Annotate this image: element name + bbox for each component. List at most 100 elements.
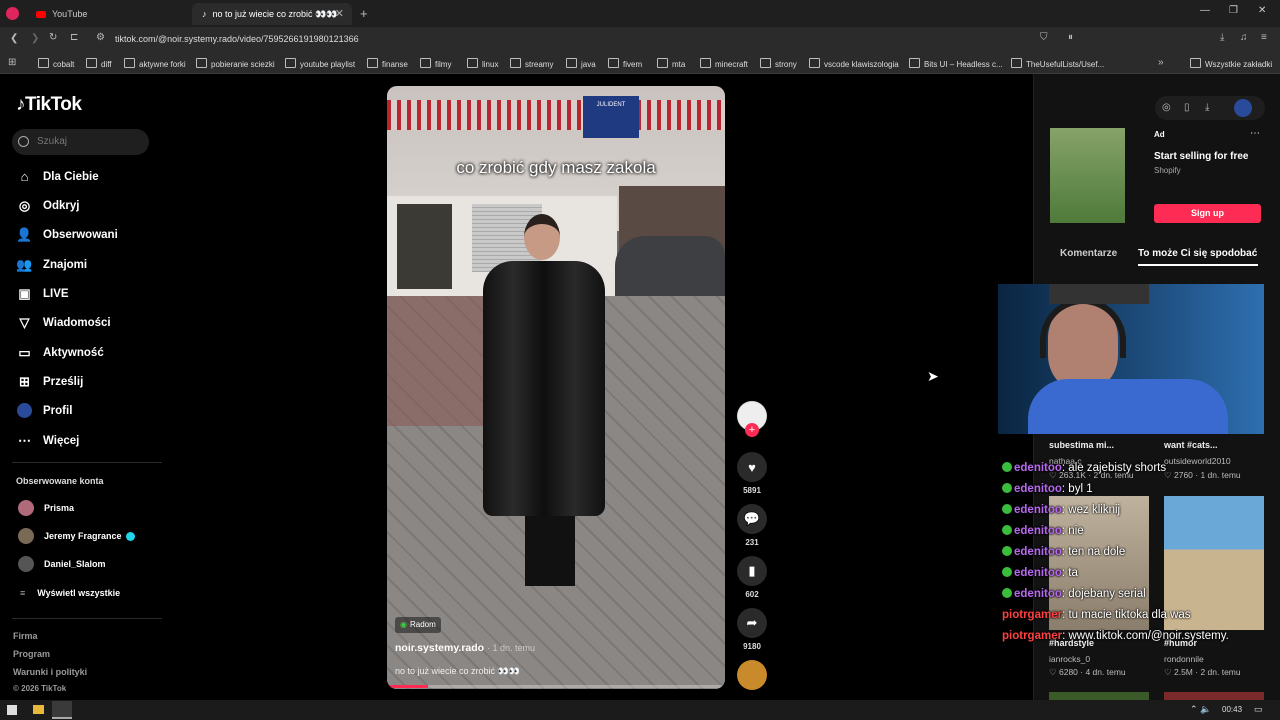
bookmark-item[interactable]: aktywne forki — [124, 58, 186, 69]
apps-icon[interactable]: ⊞ — [8, 57, 16, 68]
signup-button[interactable]: Sign up — [1154, 204, 1261, 223]
tray-icons[interactable]: ⌃ 🔈 — [1190, 704, 1211, 715]
balcony — [387, 100, 725, 130]
bookmark-item[interactable]: java — [566, 58, 596, 69]
start-icon[interactable] — [7, 705, 17, 715]
share-icon: ➦ — [737, 608, 767, 638]
sound-disc[interactable] — [736, 660, 768, 690]
phone-icon[interactable]: ▯ — [1184, 102, 1190, 113]
like-button[interactable]: ♥ 5891 — [736, 452, 768, 495]
footer-link[interactable]: Warunki i polityki — [13, 667, 87, 677]
bookmark-item[interactable]: Bits UI – Headless c... — [909, 58, 1003, 69]
nav-live[interactable]: ▣ LIVE — [16, 285, 68, 302]
footer-link[interactable]: Program — [13, 649, 50, 659]
tab-you-may-like[interactable]: To może Ci się spodobać — [1138, 248, 1257, 259]
close-tab-icon[interactable]: ✕ — [335, 7, 344, 20]
download-icon[interactable]: ⤓ — [1205, 102, 1209, 113]
tab-comments[interactable]: Komentarze — [1060, 248, 1117, 259]
account-name: Prisma — [44, 503, 75, 513]
nav-following[interactable]: 👤 Obserwowani — [16, 226, 117, 243]
extensions-icon[interactable]: ⏸ — [1068, 32, 1073, 43]
all-bookmarks[interactable]: Wszystkie zakładki — [1190, 58, 1272, 69]
avatar — [18, 500, 34, 516]
mod-badge-icon — [1002, 546, 1012, 556]
footer-link[interactable]: Firma — [13, 631, 38, 641]
nav-profile[interactable]: Profil — [16, 402, 72, 419]
shield-icon[interactable]: ⛉ — [1040, 32, 1048, 43]
bookmark-item[interactable]: streamy — [510, 58, 553, 69]
nav-upload[interactable]: ⊞ Prześlij — [16, 373, 83, 390]
forward-icon[interactable]: ❯ — [31, 33, 39, 44]
bookmark-item[interactable]: linux — [467, 58, 498, 69]
bookmark-item[interactable]: finanse — [367, 58, 408, 69]
save-button[interactable]: ▮ 602 — [736, 556, 768, 599]
profile-icon — [16, 402, 33, 419]
bookmark-icon[interactable]: ⊏ — [70, 32, 78, 43]
nav-activity[interactable]: ▭ Aktywność — [16, 344, 104, 361]
followed-account[interactable]: Prisma — [18, 500, 74, 516]
share-button[interactable]: ➦ 9180 — [736, 608, 768, 651]
nav-explore[interactable]: ◎ Odkryj — [16, 197, 80, 214]
bookmark-item[interactable]: minecraft — [700, 58, 748, 69]
more-bookmarks-icon[interactable]: » — [1158, 57, 1164, 68]
nav-for-you[interactable]: ⌂ Dla Ciebie — [16, 168, 99, 185]
bookmark-item[interactable]: filmy — [420, 58, 451, 69]
video-meta: noir.systemy.rado · 1 dn. temu — [395, 642, 535, 654]
author-name[interactable]: noir.systemy.rado — [395, 642, 484, 654]
download-icon[interactable]: ⤓ — [1220, 32, 1224, 43]
home-icon: ⌂ — [20, 169, 29, 184]
close-window-button[interactable]: ✕ — [1258, 5, 1266, 16]
browser-menu-icon[interactable] — [6, 7, 19, 20]
compass-icon[interactable]: ◎ — [1162, 102, 1171, 113]
author-avatar-button[interactable]: + — [736, 401, 768, 437]
tab-tiktok[interactable]: ♪ no to już wiecie co zrobić 👀👀 ✕ — [192, 3, 352, 25]
nav-more[interactable]: ⋯ Więcej — [16, 432, 79, 449]
bookmark-item[interactable]: mta — [657, 58, 685, 69]
nav-label: Aktywność — [43, 346, 104, 359]
bookmark-item[interactable]: strony — [760, 58, 797, 69]
tiktok-logo[interactable]: ♪TikTok — [16, 94, 82, 116]
bookmark-item[interactable]: pobieranie sciezki — [196, 58, 275, 69]
nav-label: Znajomi — [43, 258, 88, 271]
avatar[interactable] — [1234, 99, 1252, 117]
more-options-icon[interactable]: ⋯ — [1250, 128, 1260, 139]
back-icon[interactable]: ❮ — [10, 33, 18, 44]
friends-icon: 👥 — [16, 256, 33, 272]
restore-button[interactable]: ❐ — [1229, 5, 1238, 16]
follow-plus-icon[interactable]: + — [745, 423, 759, 437]
see-all-link[interactable]: ≡ Wyświetl wszystkie — [20, 588, 120, 598]
sidebar-divider — [12, 462, 162, 463]
nav-friends[interactable]: 👥 Znajomi — [16, 256, 87, 273]
followed-account[interactable]: Jeremy Fragrance — [18, 528, 135, 544]
video-thumbnail[interactable] — [1049, 284, 1149, 304]
bookmark-item[interactable]: diff — [86, 58, 112, 69]
progress-track[interactable] — [387, 685, 725, 688]
location-badge[interactable]: ◉ Radom — [395, 617, 441, 633]
ad-image[interactable] — [1050, 128, 1125, 223]
account-name: Jeremy Fragrance — [44, 531, 122, 541]
browser-menu-icon[interactable]: ≡ — [1261, 32, 1267, 43]
bookmark-item[interactable]: cobalt — [38, 58, 74, 69]
video-thumbnail[interactable] — [1049, 692, 1149, 700]
tab-youtube[interactable]: YouTube — [26, 3, 186, 25]
bookmark-item[interactable]: youtube playlist — [285, 58, 355, 69]
bookmark-item[interactable]: TheUsefulLists/Usef... — [1011, 58, 1104, 69]
nav-messages[interactable]: ▽ Wiadomości — [16, 314, 111, 331]
bookmark-item[interactable]: vscode klawiszologia — [809, 58, 899, 69]
media-icon[interactable]: ♫ — [1240, 32, 1248, 43]
notification-icon[interactable]: ▭ — [1254, 704, 1263, 715]
video-thumbnail[interactable] — [1164, 692, 1264, 700]
person-coat — [483, 261, 605, 516]
brave-icon[interactable] — [52, 701, 72, 719]
minimize-button[interactable]: — — [1200, 5, 1210, 16]
bookmark-item[interactable]: fivem — [608, 58, 642, 69]
reload-icon[interactable]: ↻ — [49, 32, 57, 43]
new-tab-button[interactable]: + — [360, 6, 368, 21]
comment-button[interactable]: 💬 231 — [736, 504, 768, 547]
followed-account[interactable]: Daniel_Slalom — [18, 556, 106, 572]
search-input[interactable]: Szukaj — [12, 129, 149, 155]
video-player[interactable]: JULIDENT co zrobić gdy masz zakola ◉ Rado… — [387, 86, 725, 689]
chat-user: edenitoo — [1014, 567, 1062, 579]
file-explorer-icon[interactable] — [33, 705, 44, 714]
url-field[interactable]: tiktok.com/@noir.systemy.rado/video/7595… — [88, 30, 938, 49]
